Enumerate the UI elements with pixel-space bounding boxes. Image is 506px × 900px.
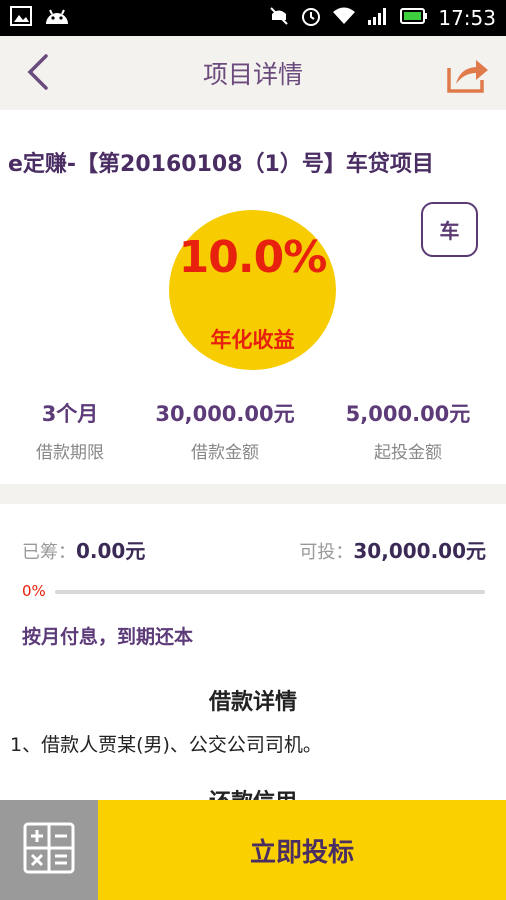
page-title: 项目详情 <box>202 60 303 89</box>
stat-label: 起投金额 <box>374 443 442 463</box>
mute-icon <box>268 5 290 31</box>
share-icon[interactable] <box>446 54 490 94</box>
image-icon <box>10 6 32 30</box>
progress-percent: 0% <box>22 582 46 600</box>
loan-details-text: 1、借款人贾某(男)、公交公司司机。 <box>10 734 322 756</box>
back-chevron-icon[interactable] <box>18 52 58 92</box>
bottom-action-bar: 立即投标 <box>0 800 506 900</box>
stat-value: 3个月 <box>41 402 99 426</box>
annual-rate-label: 年化收益 <box>210 328 295 352</box>
loan-stats: 3个月 借款期限 30,000.00元 借款金额 5,000.00元 起投金额 <box>0 398 506 468</box>
battery-icon <box>400 7 428 29</box>
raised-label: 已筹： <box>22 542 76 563</box>
loan-details-heading: 借款详情 <box>208 690 297 715</box>
annual-rate-badge: 10.0% 年化收益 <box>169 210 336 370</box>
annual-rate-value: 10.0% <box>178 232 328 283</box>
wifi-icon <box>332 6 356 30</box>
repayment-method: 按月付息，到期还本 <box>22 626 194 648</box>
raised-amount: 已筹：0.00元 <box>22 535 145 564</box>
stat-min-investment: 5,000.00元 起投金额 <box>323 398 493 463</box>
status-time: 17:53 <box>438 6 496 30</box>
stat-label: 借款金额 <box>191 443 259 463</box>
nav-bar: 项目详情 <box>0 36 506 110</box>
available-label: 可投： <box>299 542 354 563</box>
car-loan-tag: 车 <box>421 202 478 257</box>
stat-loan-amount: 30,000.00元 借款金额 <box>140 398 310 463</box>
invest-now-button[interactable]: 立即投标 <box>98 800 506 900</box>
android-icon <box>44 6 70 30</box>
section-divider <box>0 484 506 504</box>
available-amount: 可投：30,000.00元 <box>299 535 486 564</box>
signal-icon <box>366 6 390 30</box>
calculator-icon <box>23 822 75 878</box>
stat-value: 30,000.00元 <box>155 402 295 426</box>
funding-status: 已筹：0.00元 可投：30,000.00元 <box>22 535 486 567</box>
progress-bar <box>55 590 485 594</box>
status-bar: 17:53 <box>0 0 506 36</box>
stat-loan-term: 3个月 借款期限 <box>0 398 155 463</box>
alarm-icon <box>300 5 322 31</box>
stat-value: 5,000.00元 <box>345 402 471 426</box>
stat-label: 借款期限 <box>36 443 104 463</box>
available-value: 30,000.00元 <box>353 539 486 563</box>
project-title: e定赚-【第20160108（1）号】车贷项目 <box>8 152 434 177</box>
calculator-button[interactable] <box>0 800 98 900</box>
raised-value: 0.00元 <box>76 539 146 563</box>
